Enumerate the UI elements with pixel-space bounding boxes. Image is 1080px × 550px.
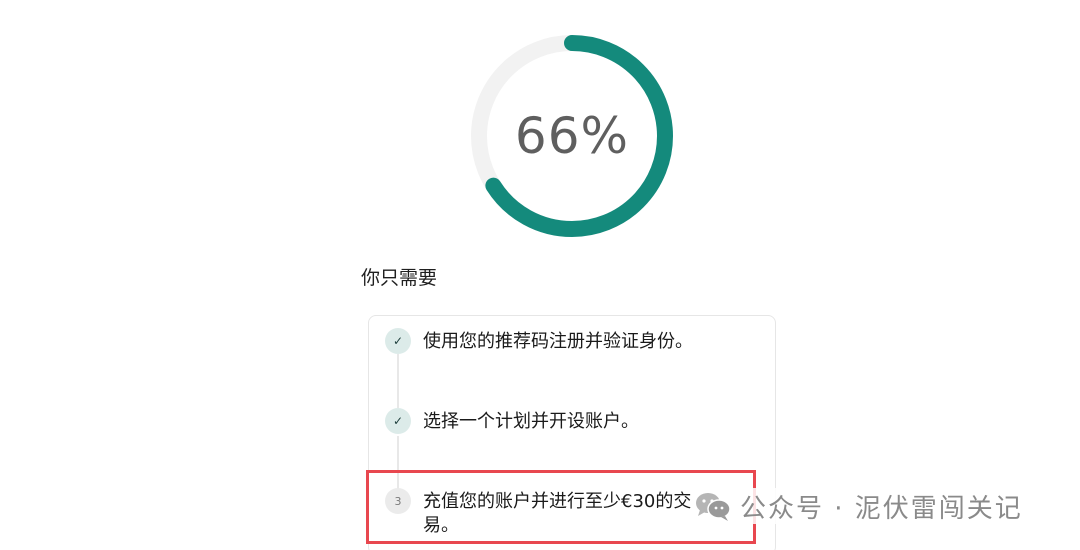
step-connector (397, 354, 399, 408)
page: 66% 你只需要 ✓ 使用您的推荐码注册并验证身份。 ✓ 选择一个计划并开设账户… (0, 0, 1080, 550)
progress-percentage: 66% (514, 107, 630, 165)
progress-ring: 66% (468, 32, 676, 240)
step-text-1: 使用您的推荐码注册并验证身份。 (423, 331, 693, 352)
step-text-2: 选择一个计划并开设账户。 (423, 411, 639, 432)
watermark-text: 公众号 · 泥伏雷闯关记 (740, 493, 1023, 524)
check-icon: ✓ (385, 328, 411, 354)
watermark: 公众号 · 泥伏雷闯关记 (694, 488, 1029, 524)
section-title: 你只需要 (361, 267, 438, 289)
wechat-icon (696, 493, 731, 521)
check-icon: ✓ (385, 408, 411, 434)
